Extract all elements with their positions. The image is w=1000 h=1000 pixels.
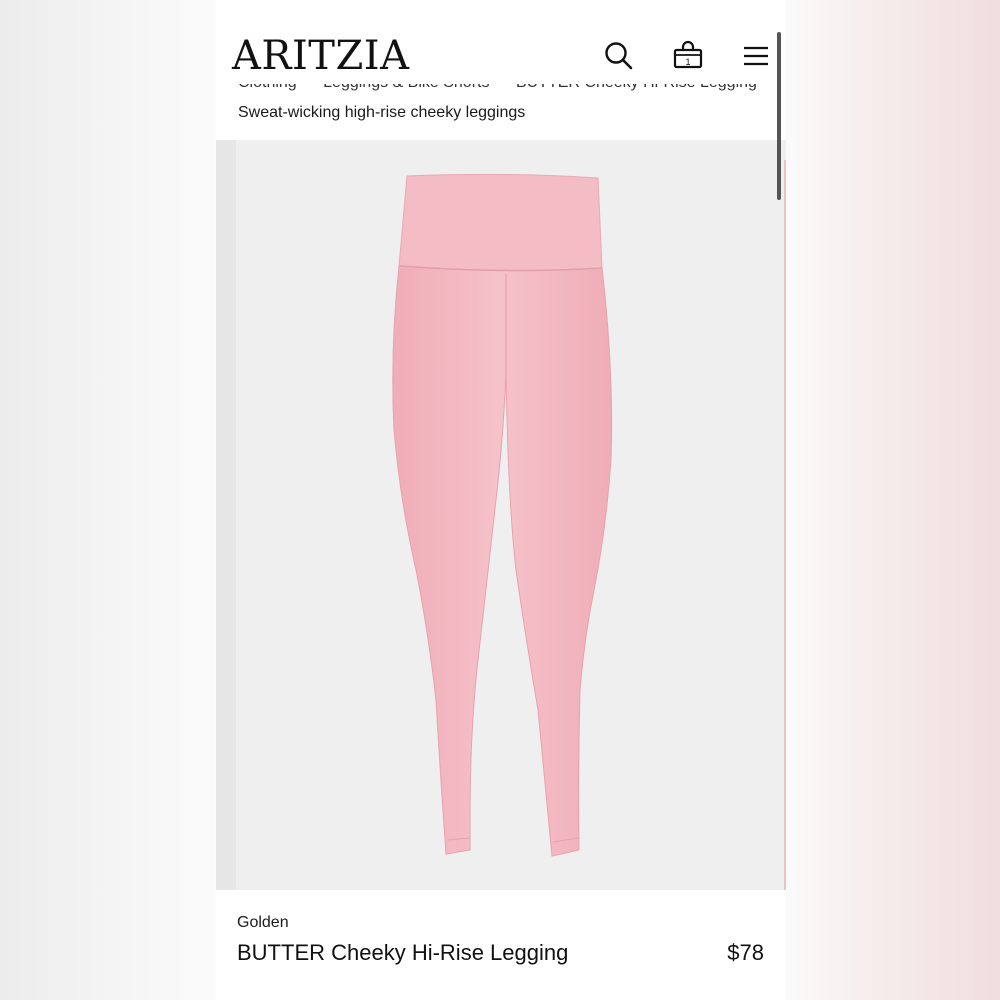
scrollbar[interactable] (777, 32, 781, 200)
breadcrumb-item[interactable]: BUTTER Cheeky Hi-Rise Legging (516, 84, 757, 91)
bag-count: 1 (685, 57, 690, 67)
product-image[interactable] (216, 140, 786, 890)
next-image-peek (784, 160, 786, 890)
product-price: $78 (727, 940, 764, 965)
product-subtitle: Sweat-wicking high-rise cheeky leggings (238, 104, 526, 121)
phone-screen: ARITZIA 1 Clothing Leggings & Bike Short… (216, 0, 786, 1000)
product-name[interactable]: BUTTER Cheeky Hi-Rise Legging (237, 940, 568, 966)
site-header: ARITZIA 1 Clothing Leggings & Bike Short… (216, 0, 786, 140)
menu-icon[interactable] (738, 38, 774, 74)
product-brand[interactable]: Golden (237, 914, 289, 932)
leggings-image (392, 173, 613, 857)
product-info: Golden BUTTER Cheeky Hi-Rise Legging $78 (216, 890, 786, 1000)
aritzia-logo[interactable]: ARITZIA (232, 32, 409, 80)
bag-icon[interactable]: 1 (670, 38, 706, 74)
search-icon[interactable] (601, 38, 637, 74)
gallery-edge (216, 140, 236, 890)
